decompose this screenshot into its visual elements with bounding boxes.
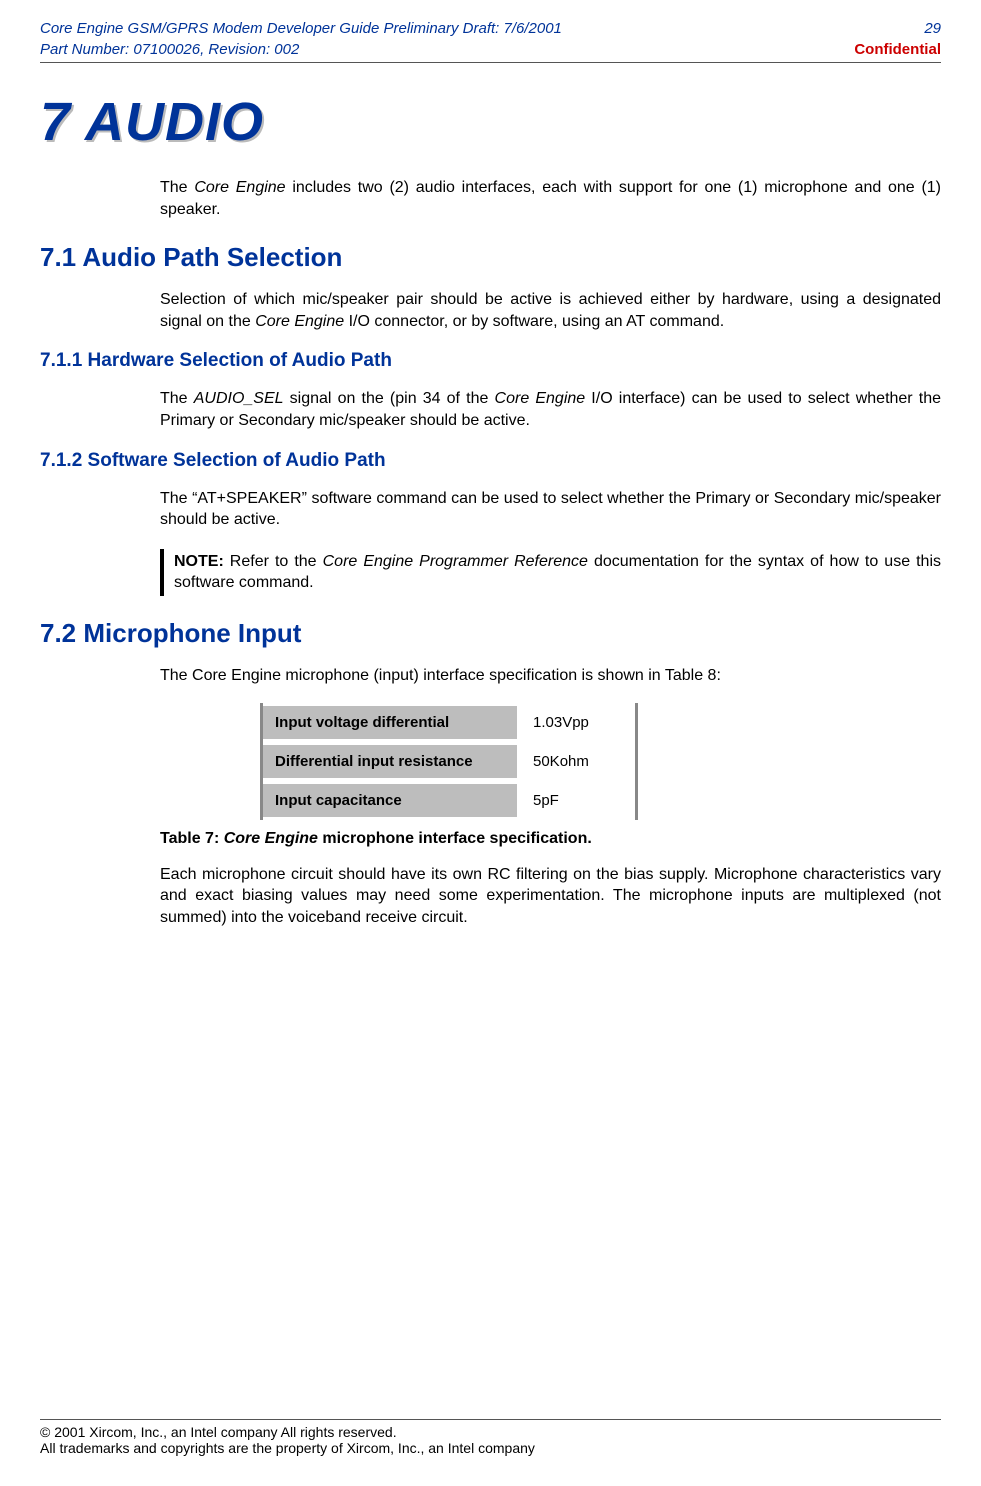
copyright-line: © 2001 Xircom, Inc., an Intel company Al… xyxy=(40,1424,941,1440)
section-7-2-paragraph-2: Each microphone circuit should have its … xyxy=(160,864,941,929)
caption-prefix: Table 7: xyxy=(160,830,224,847)
footer-rule xyxy=(40,1419,941,1420)
page-footer: © 2001 Xircom, Inc., an Intel company Al… xyxy=(40,1412,941,1456)
spec-label: Input capacitance xyxy=(263,781,517,820)
part-number: Part Number: 07100026, Revision: 002 xyxy=(40,39,562,60)
intro-paragraph: The Core Engine includes two (2) audio i… xyxy=(160,177,941,220)
spec-value: 50Kohm xyxy=(517,742,635,781)
product-name: Core Engine xyxy=(224,830,318,847)
doc-title: Core Engine GSM/GPRS Modem Developer Gui… xyxy=(40,18,562,39)
table-row: Input capacitance 5pF xyxy=(263,781,635,820)
mic-spec-table: Input voltage differential 1.03Vpp Diffe… xyxy=(260,703,638,820)
spec-label: Differential input resistance xyxy=(263,742,517,781)
trademark-line: All trademarks and copyrights are the pr… xyxy=(40,1440,941,1456)
section-7-1-2-paragraph: The “AT+SPEAKER” software command can be… xyxy=(160,488,941,531)
page-number: 29 xyxy=(854,18,941,39)
section-7-1-paragraph: Selection of which mic/speaker pair shou… xyxy=(160,289,941,332)
section-7-2-paragraph-1: The Core Engine microphone (input) inter… xyxy=(160,665,941,687)
section-7-2-title: 7.2 Microphone Input xyxy=(40,618,941,649)
text: I/O connector, or by software, using an … xyxy=(344,313,724,330)
section-7-1-title: 7.1 Audio Path Selection xyxy=(40,242,941,273)
note-label: NOTE: xyxy=(174,553,224,570)
text: Refer to the xyxy=(224,553,323,570)
table-row: Differential input resistance 50Kohm xyxy=(263,742,635,781)
product-name: Core Engine xyxy=(255,313,344,330)
reference-doc: Core Engine Programmer Reference xyxy=(323,553,588,570)
caption-suffix: microphone interface specification. xyxy=(318,830,592,847)
page: Core Engine GSM/GPRS Modem Developer Gui… xyxy=(0,0,981,1486)
chapter-title: 7 AUDIO xyxy=(40,91,941,153)
section-7-1-1-title: 7.1.1 Hardware Selection of Audio Path xyxy=(40,350,941,372)
text: signal on the (pin 34 of the xyxy=(284,390,495,407)
table-caption: Table 7: Core Engine microphone interfac… xyxy=(160,830,941,848)
section-7-1-1-paragraph: The AUDIO_SEL signal on the (pin 34 of t… xyxy=(160,388,941,431)
text: The xyxy=(160,390,194,407)
header-right: 29 Confidential xyxy=(854,18,941,60)
note-box: NOTE: Refer to the Core Engine Programme… xyxy=(160,549,941,596)
header-left: Core Engine GSM/GPRS Modem Developer Gui… xyxy=(40,18,562,60)
header-rule xyxy=(40,62,941,63)
section-7-1-2-title: 7.1.2 Software Selection of Audio Path xyxy=(40,450,941,472)
text: The xyxy=(160,179,194,196)
spec-value: 5pF xyxy=(517,781,635,820)
running-header: Core Engine GSM/GPRS Modem Developer Gui… xyxy=(40,18,941,60)
product-name: Core Engine xyxy=(194,179,285,196)
confidential-label: Confidential xyxy=(854,39,941,60)
product-name: Core Engine xyxy=(495,390,586,407)
spec-value: 1.03Vpp xyxy=(517,703,635,742)
signal-name: AUDIO_SEL xyxy=(194,390,284,407)
table-row: Input voltage differential 1.03Vpp xyxy=(263,703,635,742)
spec-label: Input voltage differential xyxy=(263,703,517,742)
